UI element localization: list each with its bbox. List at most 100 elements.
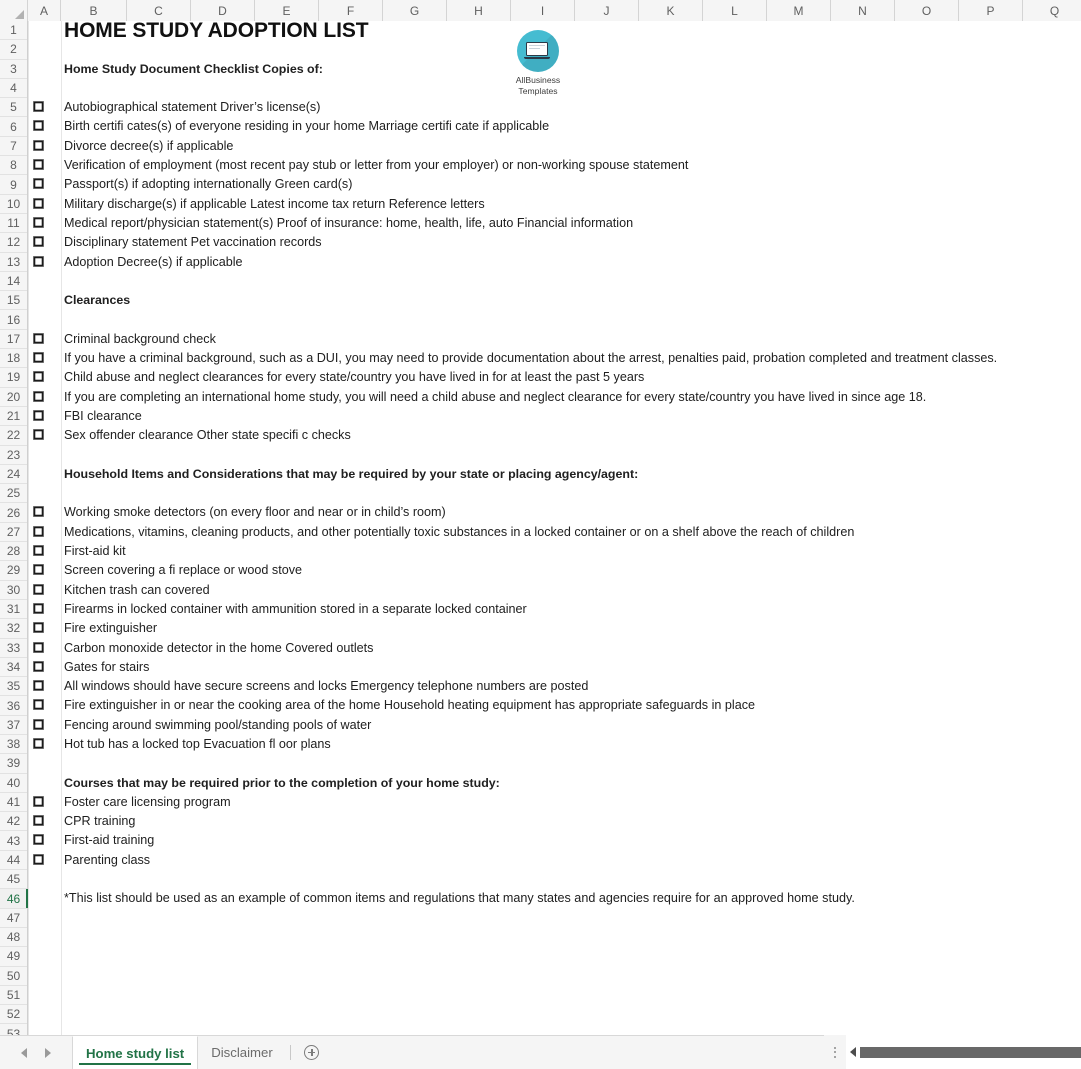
row-header-13[interactable]: 13 bbox=[0, 252, 27, 272]
grid-row[interactable]: Military discharge(s) if applicable Late… bbox=[28, 195, 1081, 214]
row-header-23[interactable]: 23 bbox=[0, 445, 27, 465]
row-header-11[interactable]: 11 bbox=[0, 213, 27, 234]
column-header-e[interactable]: E bbox=[255, 0, 319, 21]
checkbox-icon[interactable] bbox=[33, 506, 44, 518]
grid-row[interactable] bbox=[28, 1024, 1081, 1035]
column-header-d[interactable]: D bbox=[191, 0, 255, 21]
grid-row[interactable]: Disciplinary statement Pet vaccination r… bbox=[28, 233, 1081, 252]
row-header-4[interactable]: 4 bbox=[0, 78, 27, 99]
grid-row[interactable] bbox=[28, 1005, 1081, 1024]
checkbox-icon[interactable] bbox=[33, 390, 44, 402]
grid-row[interactable]: Gates for stairs bbox=[28, 658, 1081, 677]
grid-row[interactable]: Carbon monoxide detector in the home Cov… bbox=[28, 639, 1081, 658]
column-header-p[interactable]: P bbox=[959, 0, 1023, 21]
row-header-47[interactable]: 47 bbox=[0, 908, 27, 928]
row-header-19[interactable]: 19 bbox=[0, 368, 27, 388]
row-header-15[interactable]: 15 bbox=[0, 291, 27, 311]
row-header-9[interactable]: 9 bbox=[0, 175, 27, 195]
grid-row[interactable] bbox=[28, 947, 1081, 966]
sheet-tab-home-study-list[interactable]: Home study list bbox=[72, 1035, 199, 1069]
checkbox-icon[interactable] bbox=[33, 236, 44, 248]
checkbox-icon[interactable] bbox=[33, 139, 44, 151]
checkbox-icon[interactable] bbox=[33, 120, 44, 132]
column-header-n[interactable]: N bbox=[831, 0, 895, 21]
grid-row[interactable]: CPR training bbox=[28, 812, 1081, 831]
row-header-21[interactable]: 21 bbox=[0, 406, 27, 427]
row-header-27[interactable]: 27 bbox=[0, 522, 27, 543]
grid-row[interactable] bbox=[28, 928, 1081, 947]
grid-row[interactable]: Courses that may be required prior to th… bbox=[28, 774, 1081, 793]
grid-row[interactable]: Verification of employment (most recent … bbox=[28, 156, 1081, 175]
row-header-45[interactable]: 45 bbox=[0, 870, 27, 890]
column-header-g[interactable]: G bbox=[383, 0, 447, 21]
checkbox-icon[interactable] bbox=[33, 545, 44, 557]
checkbox-icon[interactable] bbox=[33, 834, 44, 846]
checkbox-icon[interactable] bbox=[33, 622, 44, 634]
column-header-b[interactable]: B bbox=[61, 0, 127, 21]
scroll-track[interactable] bbox=[846, 1035, 1081, 1069]
checkbox-icon[interactable] bbox=[33, 737, 44, 749]
row-header-34[interactable]: 34 bbox=[0, 657, 27, 678]
grid-row[interactable]: Kitchen trash can covered bbox=[28, 581, 1081, 600]
grid-row[interactable]: Home Study Document Checklist Copies of: bbox=[28, 60, 1081, 79]
row-header-6[interactable]: 6 bbox=[0, 117, 27, 137]
grid-row[interactable]: If you are completing an international h… bbox=[28, 388, 1081, 407]
checkbox-icon[interactable] bbox=[33, 197, 44, 209]
row-header-41[interactable]: 41 bbox=[0, 792, 27, 813]
checkbox-icon[interactable] bbox=[33, 255, 44, 267]
row-header-42[interactable]: 42 bbox=[0, 812, 27, 832]
row-header-1[interactable]: 1 bbox=[0, 21, 27, 41]
row-header-37[interactable]: 37 bbox=[0, 715, 27, 735]
row-header-35[interactable]: 35 bbox=[0, 677, 27, 697]
column-header-i[interactable]: I bbox=[511, 0, 575, 21]
row-header-38[interactable]: 38 bbox=[0, 734, 27, 755]
row-header-36[interactable]: 36 bbox=[0, 696, 27, 716]
row-header-44[interactable]: 44 bbox=[0, 850, 27, 871]
grid-row[interactable]: Hot tub has a locked top Evacuation fl o… bbox=[28, 735, 1081, 754]
row-header-7[interactable]: 7 bbox=[0, 136, 27, 157]
checkbox-icon[interactable] bbox=[33, 699, 44, 711]
grid-row[interactable]: Clearances bbox=[28, 291, 1081, 310]
checkbox-icon[interactable] bbox=[33, 371, 44, 383]
checkbox-icon[interactable] bbox=[33, 853, 44, 865]
row-header-40[interactable]: 40 bbox=[0, 773, 27, 793]
grid-row[interactable] bbox=[28, 754, 1081, 773]
row-header-31[interactable]: 31 bbox=[0, 599, 27, 620]
grid-row[interactable]: Firearms in locked container with ammuni… bbox=[28, 600, 1081, 619]
grid-row[interactable] bbox=[28, 484, 1081, 503]
grid-row[interactable]: Foster care licensing program bbox=[28, 793, 1081, 812]
worksheet-grid[interactable]: HOME STUDY ADOPTION LIST Home Study Docum… bbox=[28, 21, 1081, 1035]
grid-row[interactable]: Screen covering a fi replace or wood sto… bbox=[28, 561, 1081, 580]
checkbox-icon[interactable] bbox=[33, 159, 44, 171]
row-header-25[interactable]: 25 bbox=[0, 484, 27, 504]
row-header-48[interactable]: 48 bbox=[0, 927, 27, 948]
checkbox-icon[interactable] bbox=[33, 409, 44, 421]
horizontal-scrollbar[interactable] bbox=[824, 1035, 1081, 1069]
checkbox-icon[interactable] bbox=[33, 795, 44, 807]
grid-row[interactable]: Medications, vitamins, cleaning products… bbox=[28, 523, 1081, 542]
grid-row[interactable]: If you have a criminal background, such … bbox=[28, 349, 1081, 368]
column-header-k[interactable]: K bbox=[639, 0, 703, 21]
row-header-43[interactable]: 43 bbox=[0, 831, 27, 851]
grid-row[interactable]: First-aid kit bbox=[28, 542, 1081, 561]
add-sheet-button[interactable] bbox=[295, 1036, 329, 1069]
sheet-tab-disclaimer[interactable]: Disclaimer bbox=[198, 1036, 286, 1069]
checkbox-icon[interactable] bbox=[33, 660, 44, 672]
scrollbar-grip-icon[interactable] bbox=[824, 1035, 846, 1069]
grid-row[interactable] bbox=[28, 310, 1081, 329]
scroll-left-icon[interactable] bbox=[846, 1035, 860, 1069]
row-header-26[interactable]: 26 bbox=[0, 503, 27, 523]
next-sheet-icon[interactable] bbox=[45, 1047, 51, 1058]
grid-row[interactable] bbox=[28, 909, 1081, 928]
row-header-16[interactable]: 16 bbox=[0, 310, 27, 330]
row-header-10[interactable]: 10 bbox=[0, 194, 27, 214]
row-header-20[interactable]: 20 bbox=[0, 387, 27, 407]
row-header-5[interactable]: 5 bbox=[0, 98, 27, 118]
grid-row[interactable]: Parenting class bbox=[28, 851, 1081, 870]
row-header-28[interactable]: 28 bbox=[0, 542, 27, 562]
grid-row[interactable]: Passport(s) if adopting internationally … bbox=[28, 175, 1081, 194]
row-header-30[interactable]: 30 bbox=[0, 580, 27, 600]
grid-row[interactable] bbox=[28, 986, 1081, 1005]
checkbox-icon[interactable] bbox=[33, 602, 44, 614]
column-header-c[interactable]: C bbox=[127, 0, 191, 21]
